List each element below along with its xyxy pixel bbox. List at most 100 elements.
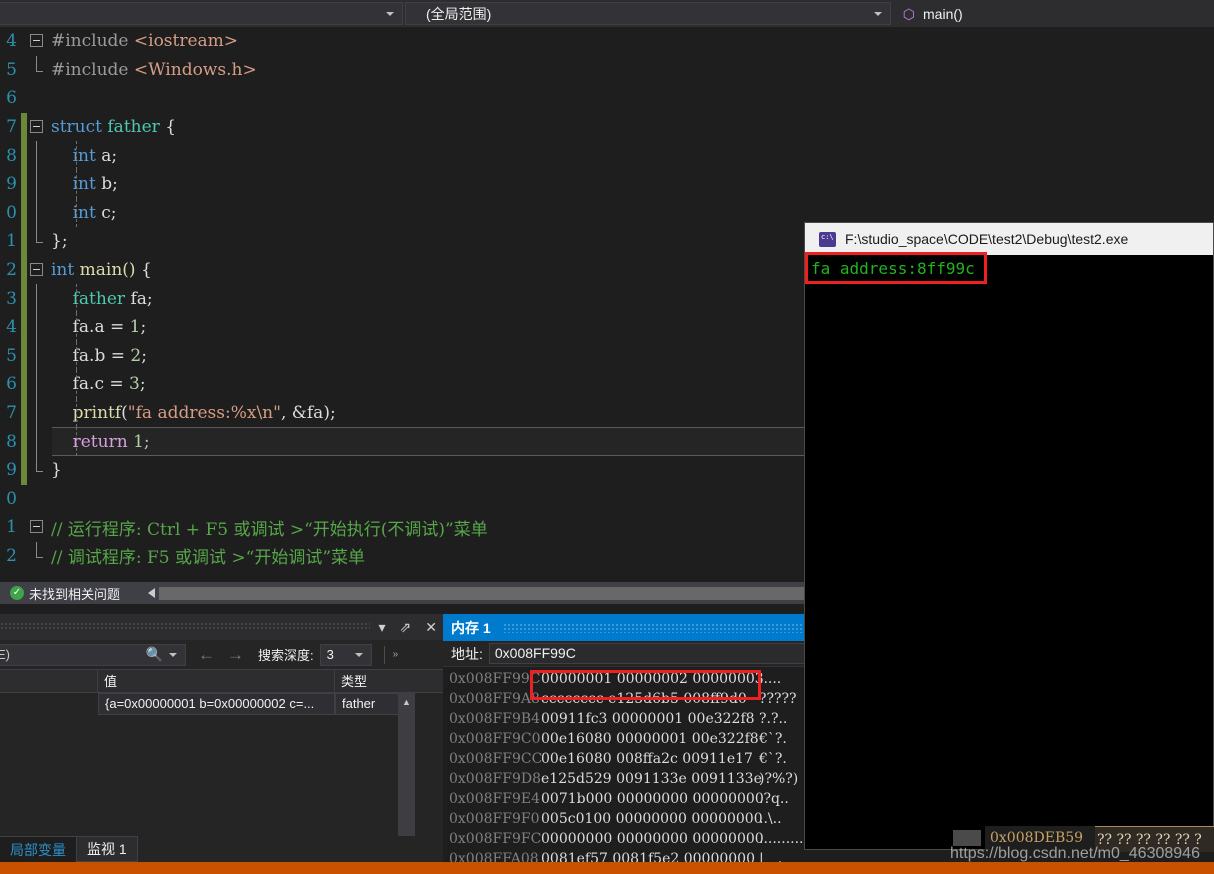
line-number: 1 (6, 231, 17, 252)
cube-icon: ⬡ (902, 5, 916, 22)
code-text: #include <Windows.h> (45, 60, 257, 80)
function-scope-dropdown[interactable]: ⬡ main() (894, 2, 1214, 25)
memory-row-hex: e125d529 0091133e 0091133e (541, 771, 762, 787)
printf-argument: , &fa); (280, 403, 336, 424)
console-output-line: fa address:8ff99c (811, 259, 975, 278)
collapse-icon[interactable] (30, 520, 43, 534)
tab-locals[interactable]: 局部变量 (0, 836, 76, 862)
fold-gutter[interactable] (27, 27, 45, 56)
fold-gutter[interactable] (27, 513, 45, 542)
scroll-up-arrow-icon[interactable]: ▲ (398, 693, 415, 710)
fold-guide-line (36, 455, 43, 472)
fold-gutter[interactable] (27, 256, 45, 285)
byte-window-nub (953, 830, 981, 846)
search-next-icon[interactable]: → (227, 645, 244, 665)
code-text: fa.b = 2; (45, 346, 147, 366)
code-text: }; (45, 231, 68, 251)
line-number: 7 (6, 403, 17, 424)
global-scope-dropdown[interactable]: (全局范围) (404, 2, 891, 25)
member-a: a; (101, 145, 118, 166)
fold-gutter (27, 141, 45, 170)
fold-guide-line (36, 141, 37, 170)
line-number: 0 (6, 488, 17, 509)
check-circle-icon: ✓ (10, 586, 24, 600)
return-value: 1; (127, 431, 150, 452)
fold-gutter[interactable] (27, 113, 45, 142)
line-number: 7 (6, 117, 17, 138)
search-input-value: E) (0, 647, 10, 662)
chevron-down-icon[interactable] (354, 652, 363, 657)
line-number: 6 (6, 88, 17, 109)
fold-gutter (27, 198, 45, 228)
column-header-name (0, 669, 98, 693)
collapse-icon[interactable] (30, 262, 43, 276)
code-line[interactable]: 4 #include <iostream> (0, 27, 1214, 56)
brace: { (140, 260, 152, 281)
code-line[interactable]: 8 int a; (0, 141, 1214, 170)
code-text: int b; (45, 174, 118, 194)
keyword-int: int (51, 260, 75, 281)
memory-row-ascii: ..\.. (759, 811, 782, 827)
code-text: father fa; (45, 289, 153, 309)
column-header-type[interactable]: 类型 (335, 670, 414, 693)
indent-guide (76, 198, 77, 228)
line-number: 9 (6, 174, 17, 195)
literal-1: 1 (129, 317, 141, 338)
close-icon[interactable]: ✕ (425, 620, 437, 634)
memory-row-ascii: €`?. (759, 731, 787, 747)
line-number: 8 (6, 431, 17, 452)
fold-gutter (27, 169, 45, 199)
chevron-down-icon[interactable] (169, 652, 177, 657)
horizontal-scrollbar[interactable] (159, 586, 807, 600)
keyword-return: return (72, 431, 128, 452)
fold-guide-line (36, 341, 37, 371)
code-text: fa.c = 3; (45, 374, 146, 394)
console-title-bar[interactable]: F:\studio_space\CODE\test2\Debug\test2.e… (805, 223, 1213, 255)
line-number: 5 (6, 345, 17, 366)
console-window[interactable]: F:\studio_space\CODE\test2\Debug\test2.e… (804, 222, 1214, 850)
printf-call: printf (72, 403, 122, 424)
search-depth-select[interactable]: 3 (319, 643, 372, 666)
code-text: int c; (45, 203, 117, 223)
format-string: "fa address:%x\n" (127, 403, 281, 424)
project-scope-dropdown[interactable] (0, 2, 403, 25)
type-name: father (107, 117, 160, 138)
column-header-value[interactable]: 值 (98, 669, 335, 693)
global-scope-label: (全局范围) (425, 5, 492, 22)
overflow-chevron-icon[interactable]: » (393, 649, 399, 660)
code-line[interactable]: 9 int b; (0, 169, 1214, 199)
fold-gutter (27, 427, 45, 456)
collapse-icon[interactable] (30, 34, 43, 47)
fold-gutter (27, 541, 45, 571)
memory-row-hex: 0071b000 00000000 00000000 (541, 791, 764, 807)
cell-variable-value[interactable]: {a=0x00000001 b=0x00000002 c=... (98, 693, 335, 715)
code-text: return 1; (45, 432, 150, 452)
line-number: 6 (6, 374, 17, 395)
line-number: 2 (6, 260, 17, 281)
assign-fa-a: fa.a = (72, 317, 130, 338)
panel-menu-dropdown-icon[interactable]: ▾ (379, 620, 386, 634)
comment-run-program: // 运行程序: Ctrl + F5 或调试 >“开始执行(不调试)”菜单 (51, 519, 488, 540)
brace: { (165, 117, 177, 138)
pin-icon[interactable]: ⇗ (400, 620, 412, 634)
scroll-left-arrow-icon[interactable] (148, 588, 156, 598)
code-text: int a; (45, 145, 118, 166)
code-line[interactable]: 5 #include <Windows.h> (0, 55, 1214, 85)
code-text: int main() { (45, 260, 152, 280)
comment-debug-program: // 调试程序: F5 或调试 >“开始调试”菜单 (51, 548, 366, 569)
fold-guide-line (36, 541, 43, 558)
search-input[interactable]: E) 🔍 (0, 643, 186, 666)
search-previous-icon[interactable]: ← (198, 645, 215, 665)
search-icon[interactable]: 🔍 (146, 646, 163, 663)
locals-vertical-scrollbar[interactable]: ▲ ▼ (398, 693, 415, 850)
fold-gutter (27, 370, 45, 399)
chevron-down-icon (385, 11, 394, 16)
tab-watch-1[interactable]: 监视 1 (76, 836, 138, 862)
line-number: 1 (6, 517, 17, 538)
collapse-icon[interactable] (30, 119, 43, 133)
table-row[interactable]: {a=0x00000001 b=0x00000002 c=... father (0, 693, 443, 715)
memory-row-address: 0x008FF9CC (449, 751, 543, 767)
code-line[interactable]: 7 struct father { (0, 112, 1214, 142)
fold-gutter (27, 55, 45, 85)
code-line[interactable]: 6 (0, 84, 1214, 113)
